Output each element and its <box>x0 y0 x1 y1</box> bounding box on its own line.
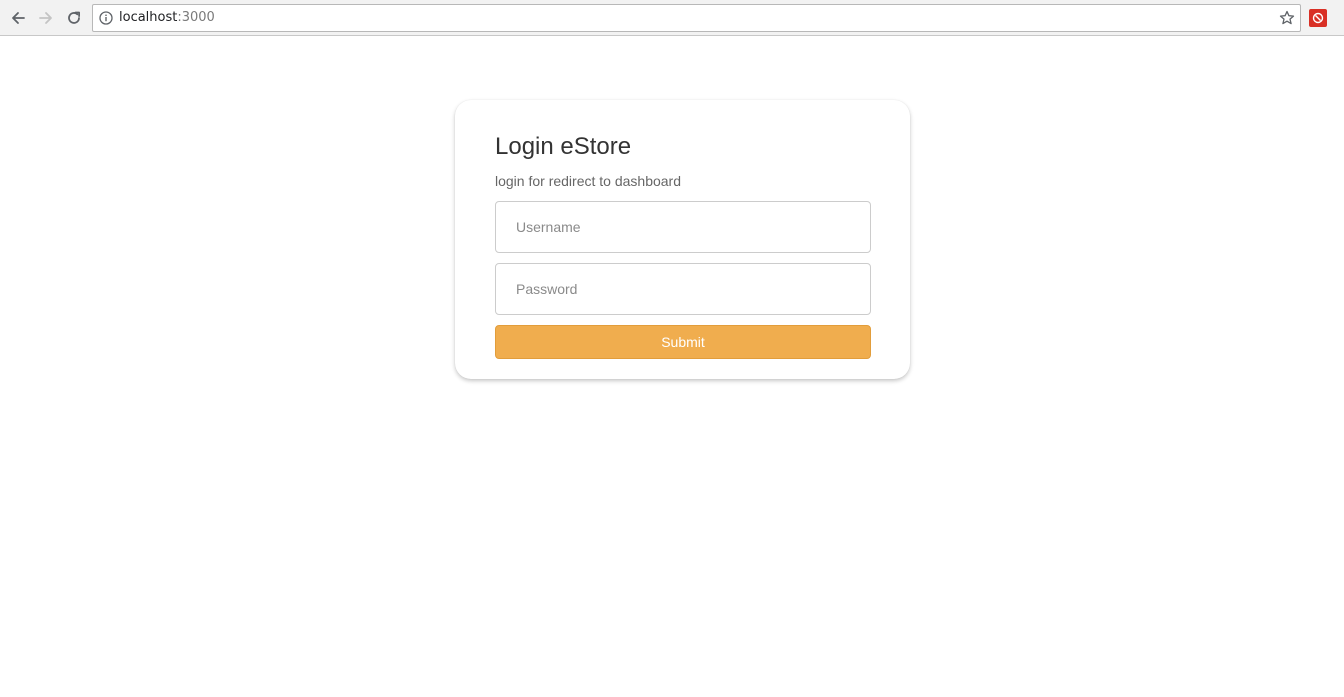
back-arrow-icon <box>12 12 25 24</box>
forward-arrow-icon <box>39 12 52 24</box>
page-subtitle: login for redirect to dashboard <box>495 173 681 189</box>
forward-button[interactable] <box>34 6 58 30</box>
url-host: localhost <box>119 10 178 25</box>
star-icon[interactable] <box>1279 10 1295 26</box>
address-bar[interactable]: localhost:3000 <box>92 4 1301 32</box>
back-button[interactable] <box>6 6 30 30</box>
info-icon[interactable] <box>99 11 113 25</box>
submit-button[interactable]: Submit <box>495 325 871 359</box>
url-text: localhost:3000 <box>119 11 215 25</box>
browser-toolbar: localhost:3000 <box>0 0 1344 36</box>
extension-glyph-icon <box>1312 12 1324 24</box>
password-input[interactable] <box>495 263 871 315</box>
login-card: Login eStore login for redirect to dashb… <box>455 100 910 379</box>
reload-icon <box>68 11 80 24</box>
username-input[interactable] <box>495 201 871 253</box>
page-title: Login eStore <box>495 133 632 160</box>
reload-button[interactable] <box>62 6 86 30</box>
url-port: :3000 <box>177 10 215 25</box>
extension-icon[interactable] <box>1309 9 1327 27</box>
